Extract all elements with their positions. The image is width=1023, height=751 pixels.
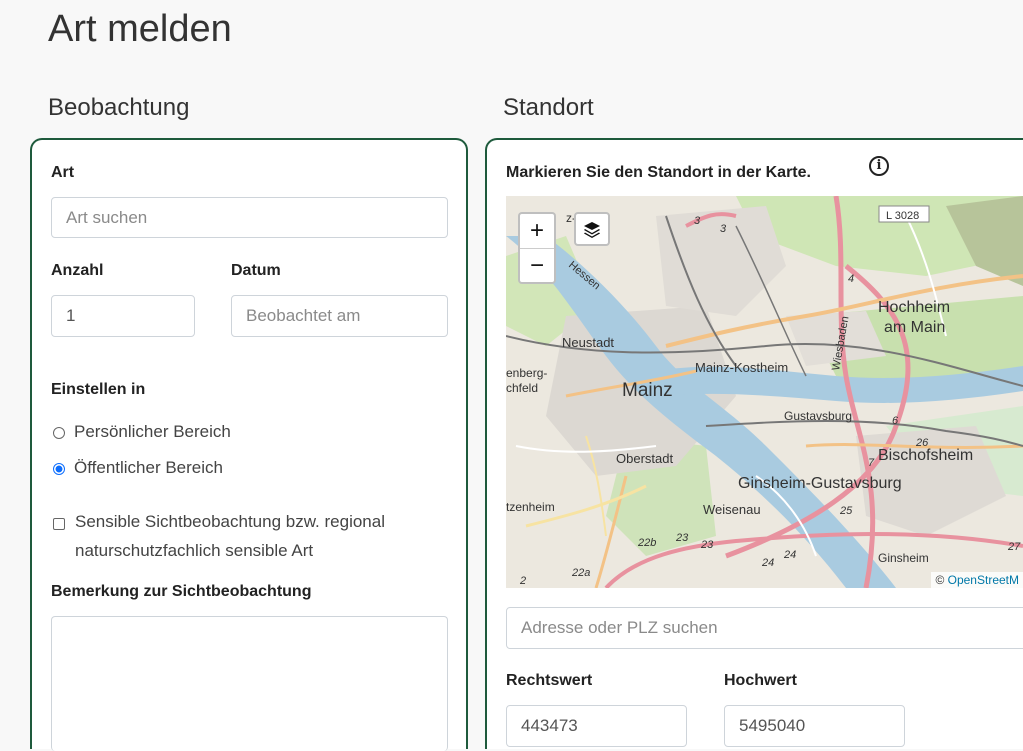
road-3b: 3 — [720, 223, 727, 235]
road-2: 2 — [519, 575, 526, 587]
map-label-kostheim: Mainz-Kostheim — [695, 360, 788, 375]
road-25: 25 — [839, 505, 853, 517]
map-label-weisenau: Weisenau — [703, 502, 761, 517]
map-label-hochheim: Hochheim — [878, 299, 950, 316]
map-label-ginsheim-gustavsburg: Ginsheim-Gustavsburg — [738, 475, 902, 492]
observation-card: Art Anzahl Datum Einstellen in Persönlic… — [30, 138, 468, 751]
radio-private-row[interactable]: Persönlicher Bereich — [53, 422, 231, 442]
radio-private-label: Persönlicher Bereich — [74, 422, 231, 441]
road-22a: 22a — [571, 567, 590, 579]
radio-public-row[interactable]: Öffentlicher Bereich — [53, 458, 223, 478]
location-section-title: Standort — [503, 94, 594, 121]
zoom-in-button[interactable]: + — [520, 214, 554, 249]
road-24b: 24 — [783, 549, 796, 561]
road-22b: 22b — [637, 537, 656, 549]
map-label-bischofsheim: Bischofsheim — [878, 447, 973, 464]
sensitive-checkbox[interactable] — [53, 518, 65, 530]
map-instruction: Markieren Sie den Standort in der Karte. — [506, 164, 811, 181]
northing-input[interactable] — [724, 705, 905, 747]
info-icon[interactable]: i — [869, 156, 889, 176]
remark-textarea[interactable] — [51, 616, 448, 751]
page-title: Art melden — [48, 8, 232, 50]
layers-icon — [584, 222, 600, 238]
publish-label: Einstellen in — [51, 381, 146, 398]
map-label-l3028: L 3028 — [886, 210, 919, 222]
easting-label: Rechtswert — [506, 672, 593, 689]
map-canvas[interactable]: L 3028 z-A burg Hessen Hochheim am Main … — [506, 196, 1023, 588]
species-search-input[interactable] — [51, 197, 448, 238]
road-7: 7 — [868, 457, 875, 469]
layers-button[interactable] — [574, 212, 610, 246]
road-23b: 23 — [700, 539, 714, 551]
date-input[interactable] — [231, 295, 448, 337]
count-label: Anzahl — [51, 262, 104, 279]
sensitive-checkbox-row[interactable]: Sensible Sichtbeobachtung bzw. regional … — [53, 512, 385, 565]
map-label-chfeld: chfeld — [506, 381, 538, 395]
northing-label: Hochwert — [724, 672, 797, 689]
zoom-out-button[interactable]: − — [520, 249, 554, 283]
map-label-neustadt: Neustadt — [562, 335, 614, 350]
date-label: Datum — [231, 262, 281, 279]
map-label-ginsheim: Ginsheim — [878, 551, 929, 565]
count-input[interactable] — [51, 295, 195, 337]
map-label-tzenheim: tzenheim — [506, 500, 555, 514]
road-6: 6 — [892, 415, 899, 427]
map-label-gustavsburg: Gustavsburg — [784, 409, 852, 423]
location-map[interactable]: L 3028 z-A burg Hessen Hochheim am Main … — [506, 196, 1023, 588]
road-4: 4 — [848, 273, 854, 285]
radio-public[interactable] — [53, 463, 65, 475]
osm-attribution-link[interactable]: OpenStreetM — [948, 573, 1019, 587]
road-26: 26 — [915, 437, 929, 449]
map-label-am-main: am Main — [884, 319, 945, 336]
map-label-oberstadt: Oberstadt — [616, 451, 673, 466]
road-23a: 23 — [675, 532, 689, 544]
zoom-control: + − — [518, 212, 556, 284]
remark-label: Bemerkung zur Sichtbeobachtung — [51, 583, 312, 600]
map-label-enberg: enberg- — [506, 366, 547, 380]
sensitive-checkbox-label: Sensible Sichtbeobachtung bzw. regional … — [75, 512, 385, 560]
map-attribution: © OpenStreetM — [931, 572, 1023, 588]
address-search-input[interactable] — [506, 607, 1023, 649]
radio-private[interactable] — [53, 427, 65, 439]
radio-public-label: Öffentlicher Bereich — [74, 458, 223, 477]
road-24a: 24 — [761, 557, 774, 569]
map-label-mainz: Mainz — [622, 380, 673, 401]
species-label: Art — [51, 164, 75, 181]
road-3a: 3 — [694, 215, 701, 227]
easting-input[interactable] — [506, 705, 687, 747]
observation-section-title: Beobachtung — [48, 94, 190, 121]
road-27: 27 — [1007, 541, 1021, 553]
